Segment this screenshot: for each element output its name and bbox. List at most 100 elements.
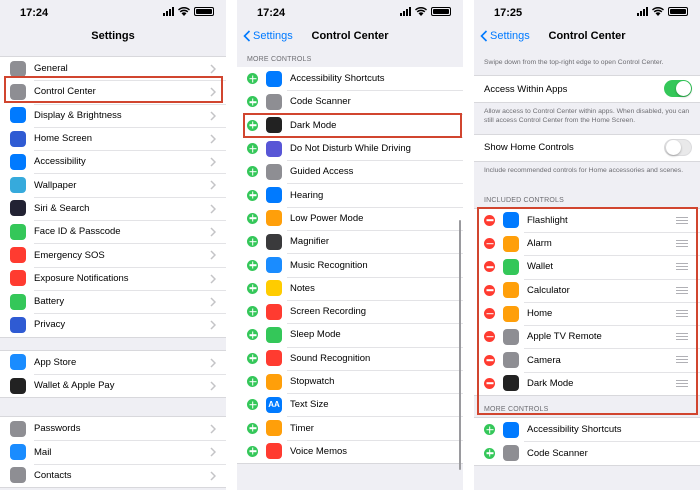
control-label: Text Size — [290, 399, 329, 411]
access-within-apps-toggle[interactable] — [664, 80, 692, 98]
car-icon — [266, 140, 282, 157]
control-center-included-screen: 17:25 Settings Control Center Swipe down… — [474, 0, 700, 490]
add-control-button[interactable] — [247, 189, 258, 201]
reorder-handle-icon[interactable] — [676, 333, 688, 341]
control-label: Guided Access — [290, 166, 354, 178]
settings-row-label: Emergency SOS — [34, 249, 105, 261]
add-control-button[interactable] — [484, 447, 495, 459]
chevron-right-icon — [210, 471, 216, 481]
settings-row[interactable]: General — [0, 57, 226, 80]
show-home-controls-toggle[interactable] — [664, 138, 692, 156]
add-control-button[interactable] — [247, 306, 258, 318]
chevron-right-icon — [210, 358, 216, 368]
settings-row[interactable]: Exposure Notifications — [0, 266, 226, 290]
page-title: Control Center — [311, 30, 389, 42]
settings-row[interactable]: Face ID & Passcode — [0, 220, 226, 243]
remove-control-button[interactable] — [484, 331, 495, 343]
reorder-handle-icon[interactable] — [676, 216, 688, 224]
settings-row[interactable]: Control Center — [0, 80, 226, 103]
lock-icon — [266, 163, 282, 180]
mail-icon — [10, 444, 26, 461]
settings-group-store: App Store Wallet & Apple Pay — [0, 349, 226, 399]
control-label: Accessibility Shortcuts — [527, 424, 622, 436]
status-bar: 17:25 — [474, 0, 700, 24]
remove-control-button[interactable] — [484, 261, 495, 273]
control-label: Flashlight — [527, 214, 568, 226]
add-control-button[interactable] — [247, 259, 258, 271]
settings-row[interactable]: Passwords — [0, 417, 226, 440]
add-control-button[interactable] — [247, 236, 258, 248]
remove-control-button[interactable] — [484, 238, 495, 250]
chevron-right-icon — [210, 227, 216, 237]
chevron-right-icon — [210, 204, 216, 214]
settings-row[interactable]: Battery — [0, 289, 226, 313]
settings-row[interactable]: App Store — [0, 351, 226, 374]
section-header-included-controls: INCLUDED CONTROLS — [484, 196, 565, 204]
add-control-button[interactable] — [247, 329, 258, 341]
settings-row[interactable]: Display & Brightness — [0, 103, 226, 127]
settings-row-label: Mail — [34, 446, 52, 458]
access-within-apps-note: Allow access to Control Center within ap… — [484, 108, 690, 125]
chevron-right-icon — [210, 274, 216, 284]
remove-control-button[interactable] — [484, 308, 495, 320]
add-control-button[interactable] — [247, 212, 258, 224]
settings-row[interactable]: Siri & Search — [0, 196, 226, 220]
reorder-handle-icon[interactable] — [676, 309, 688, 317]
access-within-apps-label: Access Within Apps — [484, 83, 568, 95]
remove-control-button[interactable] — [484, 214, 495, 226]
settings-row[interactable]: Privacy — [0, 313, 226, 336]
sound-recognition-icon — [266, 350, 282, 367]
add-control-button[interactable] — [484, 424, 495, 436]
settings-row[interactable]: Accessibility — [0, 150, 226, 173]
reorder-handle-icon[interactable] — [676, 379, 688, 387]
more-control-row: Accessibility Shortcuts — [474, 418, 700, 441]
show-home-controls-note: Include recommended controls for Home ac… — [484, 166, 684, 174]
control-label: Notes — [290, 282, 315, 294]
control-label: Screen Recording — [290, 306, 367, 318]
add-control-button[interactable] — [247, 399, 258, 411]
add-control-button[interactable] — [247, 445, 258, 457]
settings-row[interactable]: Wallet & Apple Pay — [0, 373, 226, 397]
remove-control-button[interactable] — [484, 354, 495, 366]
add-control-button[interactable] — [247, 73, 258, 85]
remove-control-button[interactable] — [484, 377, 495, 389]
add-control-button[interactable] — [247, 376, 258, 387]
reorder-handle-icon[interactable] — [676, 286, 688, 294]
chevron-right-icon — [210, 424, 216, 434]
settings-row[interactable]: Wallpaper — [0, 173, 226, 196]
reorder-handle-icon[interactable] — [676, 263, 688, 271]
settings-row-label: Privacy — [34, 319, 66, 331]
settings-row[interactable]: Emergency SOS — [0, 243, 226, 266]
more-control-row: Sleep Mode — [237, 323, 463, 346]
settings-row-label: Wallpaper — [34, 179, 77, 191]
add-control-button[interactable] — [247, 422, 258, 434]
add-control-button[interactable] — [247, 166, 258, 178]
text-size-icon: AA — [266, 396, 282, 413]
more-control-row: Stopwatch — [237, 369, 463, 393]
more-control-row: Sound Recognition — [237, 346, 463, 370]
settings-row[interactable]: Home Screen — [0, 126, 226, 150]
settings-row[interactable]: Contacts — [0, 463, 226, 487]
more-control-row: Do Not Disturb While Driving — [237, 136, 463, 160]
reorder-handle-icon[interactable] — [676, 239, 688, 247]
included-control-row: Flashlight — [474, 209, 700, 232]
settings-row[interactable]: Mail — [0, 440, 226, 463]
reorder-handle-icon[interactable] — [676, 356, 688, 364]
add-control-button[interactable] — [247, 143, 258, 155]
ear-icon — [266, 187, 282, 204]
included-control-row: Calculator — [474, 278, 700, 302]
remove-control-button[interactable] — [484, 284, 495, 296]
add-control-button[interactable] — [247, 352, 258, 364]
included-control-row: Camera — [474, 348, 700, 371]
control-label: Camera — [527, 354, 561, 366]
add-control-button[interactable] — [247, 282, 258, 294]
scrollbar[interactable] — [459, 220, 461, 470]
face-id-icon — [10, 223, 26, 240]
control-label: Code Scanner — [290, 96, 351, 108]
intro-text: Swipe down from the top-right edge to op… — [484, 59, 664, 66]
add-control-button[interactable] — [247, 119, 258, 131]
chevron-right-icon — [210, 134, 216, 144]
access-within-apps-row: Access Within Apps — [474, 76, 700, 102]
control-center-more-controls-screen: 17:24 Settings Control Center MORE CONTR… — [237, 0, 463, 490]
add-control-button[interactable] — [247, 96, 258, 108]
